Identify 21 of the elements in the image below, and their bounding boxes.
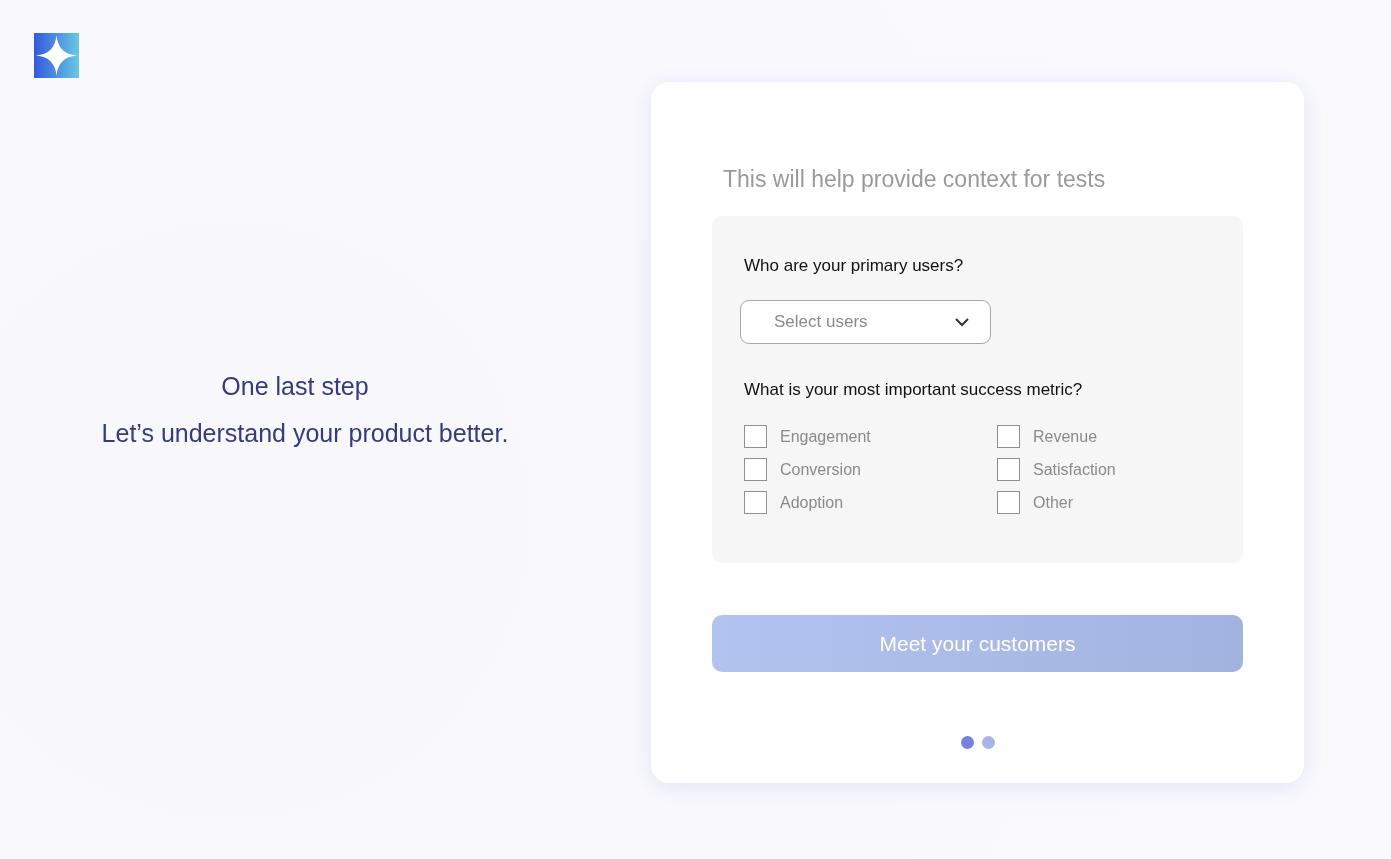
checkbox-label: Engagement [780, 427, 871, 446]
question-label: What is your most important success metric? [744, 380, 1084, 400]
checkbox[interactable] [744, 425, 767, 448]
checkbox[interactable] [997, 425, 1020, 448]
checkbox[interactable] [997, 458, 1020, 481]
checkbox-label: Revenue [1033, 427, 1098, 446]
checkbox[interactable] [744, 491, 767, 514]
card-subtitle: This will help provide context for tests [723, 166, 1107, 193]
checkbox-label: Other [1033, 493, 1073, 512]
intro-subtitle: Let’s understand your product better. [101, 419, 509, 448]
sparkle-logo-icon [34, 33, 79, 78]
checkbox-label: Adoption [780, 493, 844, 512]
intro-title: One last step [221, 372, 369, 401]
select-placeholder: Select users [774, 312, 868, 332]
checkbox-label: Conversion [780, 460, 861, 479]
chevron-down-icon [954, 317, 970, 327]
checkbox[interactable] [744, 458, 767, 481]
question-label: Who are your primary users? [744, 256, 965, 276]
checkbox-label: Satisfaction [1033, 460, 1116, 479]
checkbox[interactable] [997, 491, 1020, 514]
users-select[interactable]: Select users [740, 300, 991, 344]
